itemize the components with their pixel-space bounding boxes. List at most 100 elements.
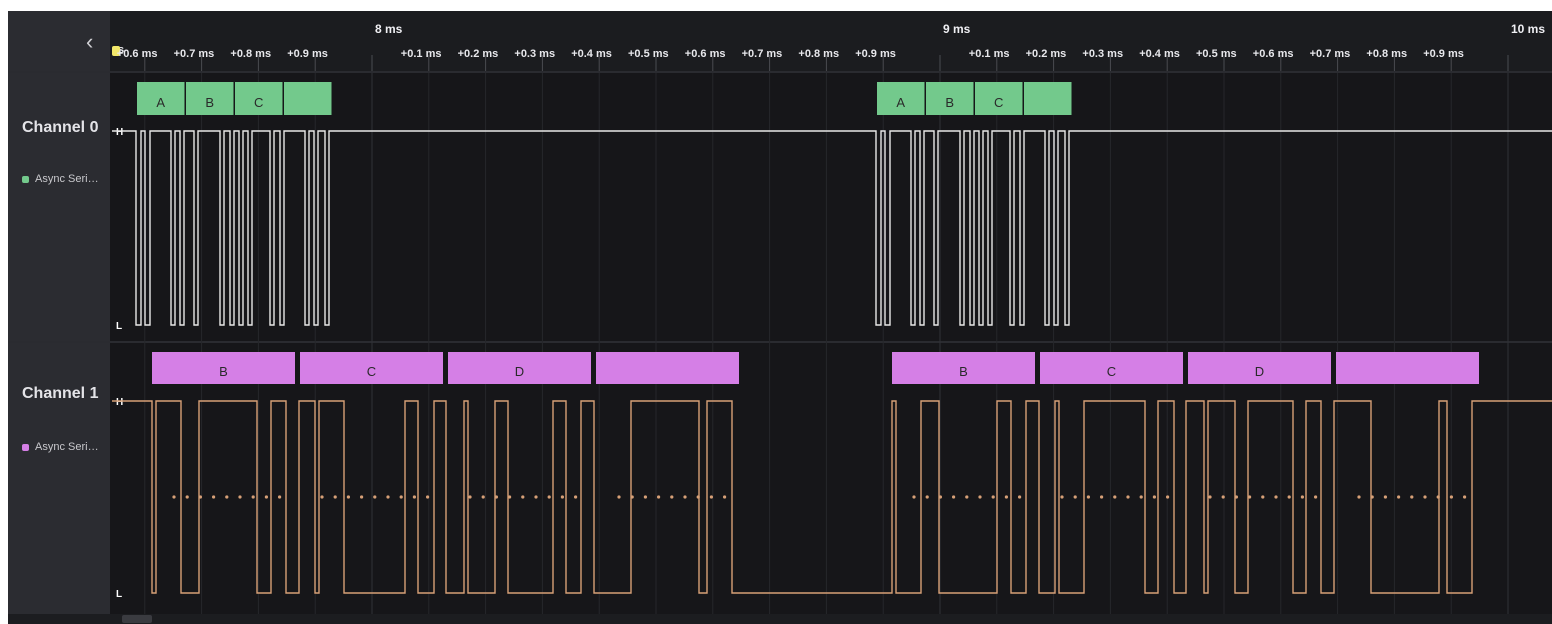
ruler-minor-label: +0.6 ms <box>117 48 158 60</box>
sample-dot <box>630 495 634 499</box>
sample-dot <box>521 495 525 499</box>
sample-dot <box>468 495 472 499</box>
channel-1-high-label: H <box>116 397 123 408</box>
channel-1-frame-label: C <box>367 364 376 379</box>
sample-dot <box>952 495 956 499</box>
sample-dot <box>373 495 377 499</box>
sample-dot <box>1073 495 1077 499</box>
channel-0-low-label: L <box>116 321 122 332</box>
sample-dot <box>1261 495 1265 499</box>
ruler-minor-label: +0.2 ms <box>458 48 499 60</box>
channel-1-frame-label: B <box>219 364 228 379</box>
sample-dot <box>508 495 512 499</box>
sample-dot <box>320 495 324 499</box>
ruler-minor-label: +0.9 ms <box>1423 48 1464 60</box>
ruler-minor-label: +0.5 ms <box>628 48 669 60</box>
channel-1-low-label: L <box>116 589 122 600</box>
sample-dot <box>1449 495 1453 499</box>
sample-dot <box>198 495 202 499</box>
sample-dot <box>386 495 390 499</box>
channel-1-waveform <box>112 400 1552 594</box>
sample-dot <box>1370 495 1374 499</box>
channel-0-high-label: H <box>116 127 123 138</box>
sample-dot <box>1004 495 1009 499</box>
channel-1-frame-box <box>596 352 739 384</box>
sample-dot <box>657 495 661 499</box>
sample-dot <box>1274 495 1278 499</box>
channel-1-frame-label: D <box>1255 364 1264 379</box>
channel-1-frame-label: D <box>515 364 524 379</box>
channel-1-frame-label: B <box>959 364 968 379</box>
channel-0-frame-label: B <box>205 95 214 110</box>
channel-0-frame-label: C <box>994 95 1003 110</box>
ruler-major-label: 10 ms <box>1511 22 1545 36</box>
ruler-minor-label: +0.2 ms <box>1026 48 1067 60</box>
sample-dot <box>360 495 364 499</box>
channel-1-frame-box <box>1336 352 1479 384</box>
channel-0-frame-label: B <box>945 95 954 110</box>
sample-dot <box>426 495 430 499</box>
sample-dot <box>264 495 268 499</box>
sample-dot <box>333 495 337 499</box>
sample-dot <box>547 495 551 499</box>
sample-dot <box>412 495 416 499</box>
ruler-major-label: 8 ms <box>375 22 403 36</box>
sample-dot <box>399 495 403 499</box>
waveform-canvas[interactable]: s8 ms 9 ms 10 ms+0.6 ms +0.7 ms +0.8 ms +0.9 … <box>8 11 1552 614</box>
sample-dot <box>1234 495 1238 499</box>
ruler-minor-label: +0.8 ms <box>1366 48 1407 60</box>
sample-dot <box>1086 495 1090 499</box>
sample-dot <box>925 495 929 499</box>
sample-dot <box>251 495 255 499</box>
sample-dot <box>1357 495 1361 499</box>
sample-dot <box>723 495 727 499</box>
ruler-minor-label: +0.6 ms <box>1253 48 1294 60</box>
ruler-minor-label: +0.7 ms <box>742 48 783 60</box>
channel-0-waveform <box>112 130 1552 326</box>
sample-dot <box>1152 495 1156 499</box>
sample-dot <box>643 495 648 499</box>
sample-dot <box>1287 495 1291 499</box>
sample-dot <box>346 495 350 499</box>
sample-dot <box>1248 495 1252 499</box>
logic-analyzer-window: ‹ Channel 0 Async Seri… Channel 1 Async … <box>8 11 1552 624</box>
sample-dot <box>1113 495 1117 499</box>
sample-dot <box>1221 495 1225 499</box>
sample-dot <box>683 495 687 499</box>
channel-0-frame-label: A <box>896 95 905 110</box>
ruler-minor-label: +0.3 ms <box>514 48 555 60</box>
sample-dot <box>1463 495 1467 499</box>
ruler-minor-label: +0.1 ms <box>969 48 1010 60</box>
sample-dot <box>965 495 969 499</box>
sample-dot <box>225 495 229 499</box>
sample-dot <box>991 495 995 499</box>
sample-dot <box>1436 495 1440 499</box>
sample-dot <box>696 495 700 499</box>
sample-dot <box>670 495 674 499</box>
sample-dot <box>185 495 189 499</box>
sample-dot <box>1126 495 1130 499</box>
sample-dot <box>912 495 916 499</box>
ruler-minor-label: +0.1 ms <box>401 48 442 60</box>
sample-dot <box>938 495 943 499</box>
sample-dot <box>617 495 621 499</box>
sample-dot <box>1060 495 1064 499</box>
scrollbar-thumb[interactable] <box>122 615 152 623</box>
sample-dot <box>1139 495 1143 499</box>
ruler-minor-label: +0.9 ms <box>855 48 896 60</box>
sample-dot <box>978 495 982 499</box>
sample-dot <box>1314 495 1318 499</box>
sample-dot <box>494 495 498 499</box>
channel-0-frame-box <box>1024 82 1072 115</box>
sample-dot <box>238 495 242 499</box>
horizontal-scrollbar[interactable] <box>8 614 1552 624</box>
sample-dot <box>1397 495 1401 499</box>
sample-dot <box>560 495 565 499</box>
ruler-minor-label: +0.7 ms <box>174 48 215 60</box>
ruler-minor-label: +0.6 ms <box>685 48 726 60</box>
sample-dot <box>1300 495 1304 499</box>
sample-dot <box>1100 495 1104 499</box>
ruler-minor-label: +0.5 ms <box>1196 48 1237 60</box>
sample-dot <box>212 495 216 499</box>
channel-0-frame-box <box>284 82 332 115</box>
